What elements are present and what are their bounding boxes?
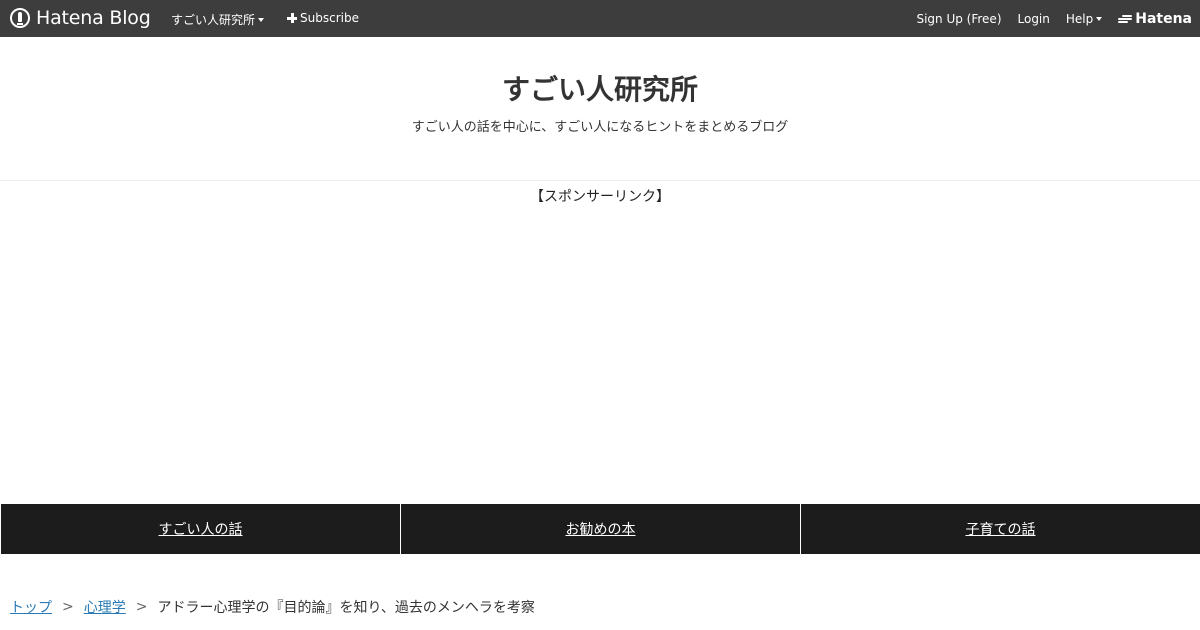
subscribe-button[interactable]: Subscribe xyxy=(287,11,359,25)
global-header: Hatena Blog すごい人研究所 Subscribe Sign Up (F… xyxy=(0,0,1200,37)
category-link-sugoi-hito[interactable]: すごい人の話 xyxy=(0,504,400,554)
signup-link[interactable]: Sign Up (Free) xyxy=(916,12,1001,26)
breadcrumb-separator: > xyxy=(62,599,74,615)
blog-menu-button[interactable]: すごい人研究所 xyxy=(171,11,265,28)
help-menu-button[interactable]: Help xyxy=(1065,11,1103,26)
category-link-kosodate[interactable]: 子育ての話 xyxy=(800,504,1200,554)
blog-title[interactable]: すごい人研究所 xyxy=(0,68,1200,108)
hatena-logo-icon xyxy=(1118,14,1133,24)
blog-menu-label: すごい人研究所 xyxy=(171,13,256,27)
category-label: 子育ての話 xyxy=(965,522,1036,538)
hatena-blog-logo-icon xyxy=(10,8,30,28)
breadcrumb-category-link[interactable]: 心理学 xyxy=(84,597,126,617)
category-label: お勧めの本 xyxy=(565,522,636,538)
category-nav: すごい人の話 お勧めの本 子育ての話 xyxy=(0,504,1200,554)
hatena-label: Hatena xyxy=(1135,10,1192,27)
global-header-right: Sign Up (Free) Login Help Hatena xyxy=(900,0,1192,37)
caret-down-icon xyxy=(1096,16,1103,21)
hatena-blog-logo[interactable]: Hatena Blog xyxy=(10,7,151,29)
caret-down-icon xyxy=(258,17,265,22)
sponsored-link-label: 【スポンサーリンク】 xyxy=(530,189,670,205)
subscribe-label: Subscribe xyxy=(300,11,359,25)
plus-icon xyxy=(287,13,297,23)
breadcrumb-top-link[interactable]: トップ xyxy=(10,597,52,617)
help-label: Help xyxy=(1065,11,1094,26)
ad-area[interactable] xyxy=(0,210,1200,500)
header-divider xyxy=(0,180,1200,181)
blog-description: すごい人の話を中心に、すごい人になるヒントをまとめるブログ xyxy=(411,120,789,135)
logo-text: Hatena Blog xyxy=(36,7,151,29)
breadcrumb-current: アドラー心理学の『目的論』を知り、過去のメンヘラを考察 xyxy=(157,600,535,616)
hatena-logo-link[interactable]: Hatena xyxy=(1118,11,1192,27)
category-label: すごい人の話 xyxy=(158,522,243,538)
breadcrumb: トップ > 心理学 > アドラー心理学の『目的論』を知り、過去のメンヘラを考察 xyxy=(10,597,535,617)
category-link-osusume-hon[interactable]: お勧めの本 xyxy=(400,504,800,554)
breadcrumb-separator: > xyxy=(135,599,148,615)
login-link[interactable]: Login xyxy=(1018,12,1050,26)
